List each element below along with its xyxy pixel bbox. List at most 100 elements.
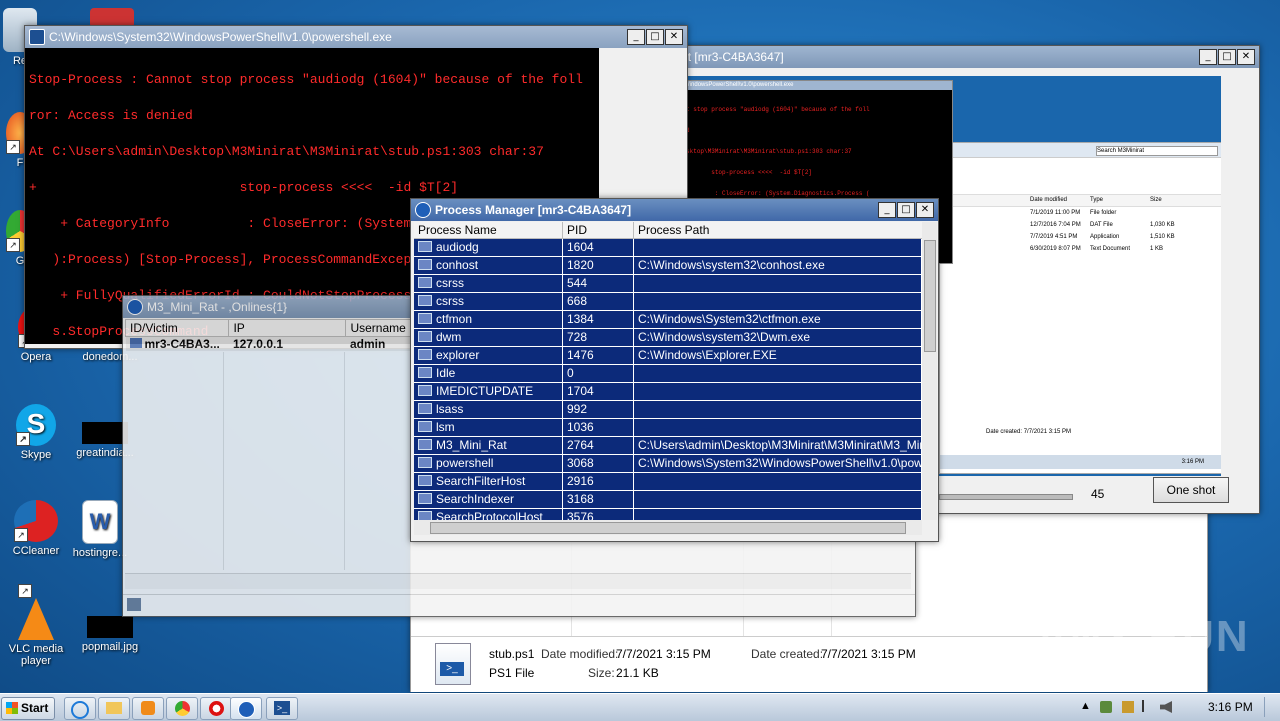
grid-lines (344, 352, 345, 570)
chrome-icon (174, 701, 190, 716)
pid-cell: 2764 (563, 437, 634, 454)
process-row[interactable]: dwm 728 C:\Windows\system32\Dwm.exe (414, 329, 922, 347)
rat-statusbar (123, 594, 915, 615)
mini-row: 6/30/2019 8:07 PM Text Document 1 KB (1030, 246, 1164, 252)
process-row[interactable]: explorer 1476 C:\Windows\Explorer.EXE (414, 347, 922, 365)
process-path-cell (634, 365, 922, 382)
show-hidden-icons-icon[interactable]: ▲ (1080, 700, 1091, 712)
rat-taskbar-button[interactable] (230, 697, 262, 720)
maximize-button[interactable]: □ (646, 29, 664, 45)
horizontal-scrollbar[interactable] (125, 573, 911, 589)
col-pid[interactable]: PID (563, 222, 634, 238)
details-size-value: 21.1 KB (616, 666, 659, 680)
col-process-name[interactable]: Process Name (414, 222, 563, 238)
explorer-taskbar-button[interactable] (98, 697, 130, 720)
one-shot-button[interactable]: One shot (1153, 477, 1229, 503)
clock[interactable]: 3:16 PM (1208, 700, 1253, 714)
process-row[interactable]: SearchIndexer 3168 (414, 491, 922, 509)
desktop-icon-vlc[interactable]: ↗ VLC media player (1, 584, 71, 667)
anyrun-watermark: ANY RUN (1036, 612, 1250, 661)
maximize-button[interactable]: □ (897, 202, 915, 218)
opera-icon (208, 701, 224, 716)
process-row[interactable]: Idle 0 (414, 365, 922, 383)
screenshot-titlebar[interactable]: Screen Shot [mr3-C4BA3647] _ □ ✕ (601, 46, 1259, 68)
scroll-thumb[interactable] (924, 240, 936, 352)
process-row[interactable]: conhost 1820 C:\Windows\system32\conhost.e… (414, 257, 922, 275)
process-icon (418, 421, 432, 432)
process-path-cell (634, 239, 922, 256)
pid-cell: 1036 (563, 419, 634, 436)
show-desktop-button[interactable] (1264, 697, 1275, 717)
process-row[interactable]: ctfmon 1384 C:\Windows\System32\ctfmon.exe (414, 311, 922, 329)
mini-col-type: Type (1090, 197, 1104, 203)
details-modified-value: 7/7/2021 3:15 PM (616, 647, 711, 661)
process-row[interactable]: lsm 1036 (414, 419, 922, 437)
process-icon (418, 331, 432, 342)
word-document-icon: W (82, 500, 118, 544)
process-icon (418, 403, 432, 414)
computer-icon (129, 338, 142, 348)
process-name-cell: powershell (414, 455, 563, 472)
process-name-cell: SearchIndexer (414, 491, 563, 508)
process-manager-titlebar[interactable]: Process Manager [mr3-C4BA3647] _ □ ✕ (411, 199, 938, 221)
process-row[interactable]: M3_Mini_Rat 2764 C:\Users\admin\Desktop\M3… (414, 437, 922, 455)
process-icon (418, 259, 432, 270)
process-row[interactable]: IMEDICTUPDATE 1704 (414, 383, 922, 401)
network-icon[interactable] (1100, 701, 1112, 713)
col-id-victim[interactable]: ID/Victim (124, 319, 230, 337)
minimize-button[interactable]: _ (1199, 49, 1217, 65)
chrome-taskbar-button[interactable] (166, 697, 198, 720)
process-name-cell: csrss (414, 293, 563, 310)
col-ip[interactable]: IP (228, 319, 347, 337)
process-row[interactable]: lsass 992 (414, 401, 922, 419)
action-center-icon[interactable] (1122, 701, 1134, 713)
details-filename: stub.ps1 (489, 647, 535, 661)
process-path-cell (634, 401, 922, 418)
process-icon (418, 349, 432, 360)
process-name-cell: conhost (414, 257, 563, 274)
start-button[interactable]: Start (1, 697, 55, 720)
menu-icon[interactable] (127, 598, 141, 611)
internet-explorer-icon (71, 701, 89, 719)
close-button[interactable]: ✕ (665, 29, 683, 45)
process-row[interactable]: SearchFilterHost 2916 (414, 473, 922, 491)
mini-col-date: Date modified (1030, 197, 1068, 203)
desktop-icon-skype[interactable]: S ↗ Skype (1, 404, 71, 461)
process-row[interactable]: csrss 668 (414, 293, 922, 311)
volume-icon[interactable] (1160, 701, 1172, 713)
process-row[interactable]: audiodg 1604 (414, 239, 922, 257)
close-button[interactable]: ✕ (916, 202, 934, 218)
flag-icon[interactable] (1142, 700, 1154, 712)
process-name-cell: explorer (414, 347, 563, 364)
ie-taskbar-button[interactable] (64, 697, 96, 720)
process-row[interactable]: SearchProtocolHost 3576 (414, 509, 922, 520)
powershell-titlebar[interactable]: C:\Windows\System32\WindowsPowerShell\v1… (25, 26, 687, 48)
minimize-button[interactable]: _ (627, 29, 645, 45)
mini-row: 12/7/2016 7:04 PM DAT File 1,030 KB (1030, 222, 1175, 228)
opera-taskbar-button[interactable] (200, 697, 232, 720)
media-taskbar-button[interactable] (132, 697, 164, 720)
mini-explorer: Search M3Minirat Date modified Type Size… (939, 142, 1221, 474)
powershell-taskbar-button[interactable]: >_ (266, 697, 298, 720)
details-filetype: PS1 File (489, 666, 535, 680)
vertical-scrollbar[interactable] (922, 222, 937, 520)
process-manager-window: Process Manager [mr3-C4BA3647] _ □ ✕ Pro… (410, 198, 939, 542)
quality-slider[interactable] (939, 494, 1073, 500)
process-row[interactable]: csrss 544 (414, 275, 922, 293)
desktop-icon-ccleaner[interactable]: ↗ CCleaner (1, 500, 71, 557)
process-row[interactable]: powershell 3068 C:\Windows\System32\Window… (414, 455, 922, 473)
victims-table: ID/Victim IP Username mr3-C4BA3... 127.0… (124, 319, 425, 351)
minimize-button[interactable]: _ (878, 202, 896, 218)
scroll-thumb[interactable] (430, 522, 906, 534)
pid-cell: 728 (563, 329, 634, 346)
maximize-button[interactable]: □ (1218, 49, 1236, 65)
col-process-path[interactable]: Process Path (634, 222, 922, 238)
process-path-cell (634, 383, 922, 400)
horizontal-scrollbar[interactable] (414, 520, 922, 535)
vlc-icon: ↗ (18, 584, 54, 640)
close-button[interactable]: ✕ (1237, 49, 1255, 65)
process-path-cell: C:\Windows\system32\conhost.exe (634, 257, 922, 274)
details-created-value: 7/7/2021 3:15 PM (821, 647, 916, 661)
table-row[interactable]: mr3-C4BA3... 127.0.0.1 admin (125, 336, 425, 351)
process-path-cell (634, 419, 922, 436)
